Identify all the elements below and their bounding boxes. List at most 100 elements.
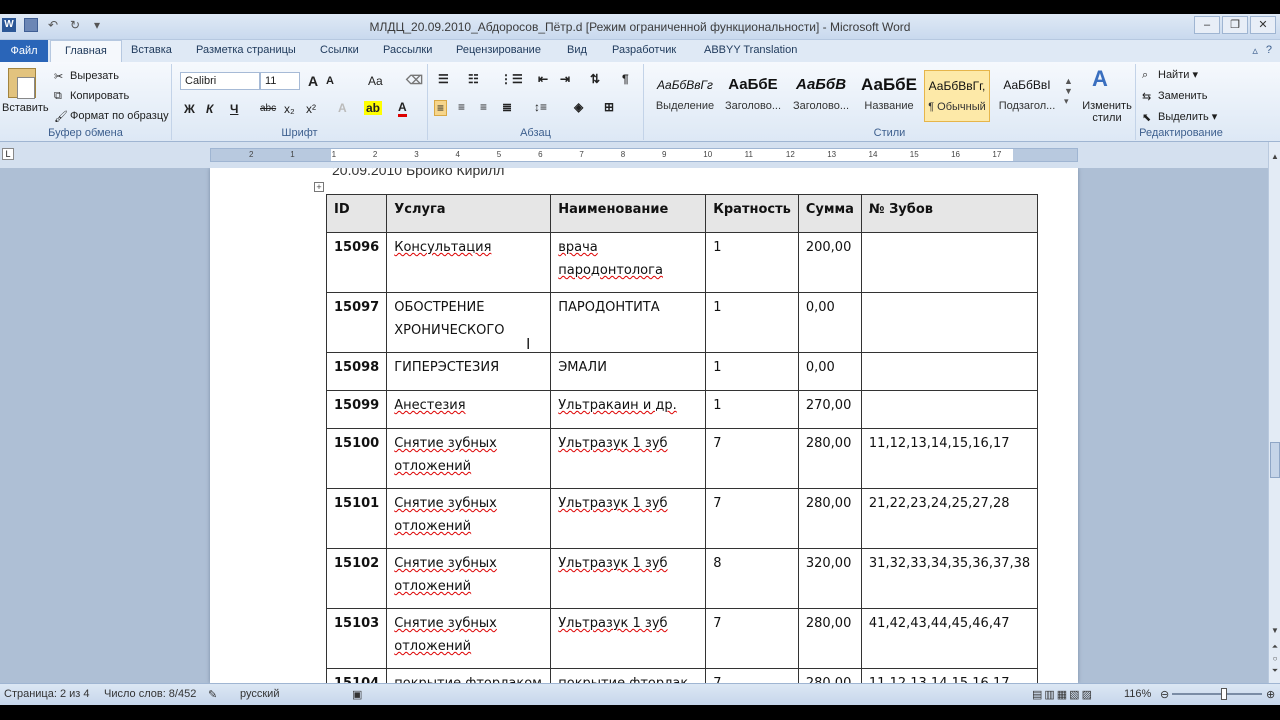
vertical-scrollbar[interactable]: ▲ ▼ ⏶ ○ ⏷ bbox=[1268, 142, 1280, 683]
tab-page-layout[interactable]: Разметка страницы bbox=[196, 44, 296, 56]
tab-abbyy[interactable]: ABBYY Translation bbox=[704, 44, 797, 56]
cell-teeth[interactable]: 31,32,33,34,35,36,37,38 bbox=[860, 548, 1039, 609]
cell-sum[interactable]: 0,00 bbox=[797, 292, 862, 353]
highlight-icon[interactable]: ab bbox=[364, 101, 383, 115]
zoom-out-icon[interactable]: ⊖ bbox=[1160, 688, 1169, 701]
maximize-button[interactable]: ❐ bbox=[1222, 16, 1248, 34]
page-count[interactable]: Страница: 2 из 4 bbox=[4, 688, 90, 700]
col-service[interactable]: Услуга bbox=[386, 194, 552, 233]
justify-icon[interactable]: ≣ bbox=[502, 100, 512, 114]
text-effects-icon[interactable]: A bbox=[338, 101, 347, 115]
styles-more-icon[interactable]: ▲ ▼ ▾ bbox=[1064, 76, 1073, 107]
table-move-handle-icon[interactable]: + bbox=[314, 182, 324, 192]
cell-sum[interactable]: 270,00 bbox=[797, 390, 862, 429]
show-marks-icon[interactable]: ¶ bbox=[622, 72, 629, 86]
shrink-font-button[interactable]: A bbox=[326, 75, 334, 87]
next-page-icon[interactable]: ⏷ bbox=[1270, 666, 1280, 676]
col-multiplicity[interactable]: Кратность bbox=[705, 194, 799, 233]
decrease-indent-icon[interactable]: ⇤ bbox=[538, 72, 548, 86]
cell-service[interactable]: Анестезия bbox=[386, 390, 552, 429]
cell-multiplicity[interactable]: 7 bbox=[705, 608, 799, 669]
cell-teeth[interactable] bbox=[860, 352, 1039, 391]
cell-service[interactable]: Снятие зубных отложений bbox=[386, 548, 552, 609]
cell-sum[interactable]: 320,00 bbox=[797, 548, 862, 609]
horizontal-ruler[interactable]: 2 1 1 2 3 4 5 6 7 8 9 10 11 12 13 14 15 16 17 bbox=[210, 148, 1078, 162]
word-count[interactable]: Число слов: 8/452 bbox=[104, 688, 196, 700]
paste-icon[interactable] bbox=[8, 68, 36, 99]
style-subtitle[interactable]: АаБбВвI Подзагол... bbox=[994, 70, 1060, 122]
cell-teeth[interactable]: 11,12,13,14,15,16,17 bbox=[860, 428, 1039, 489]
cell-multiplicity[interactable]: 8 bbox=[705, 548, 799, 609]
cell-sum[interactable]: 0,00 bbox=[797, 352, 862, 391]
cell-teeth[interactable]: 11,12,13,14,15,16,17 bbox=[860, 668, 1039, 683]
cell-sum[interactable]: 200,00 bbox=[797, 232, 862, 293]
cell-id[interactable]: 15097 bbox=[325, 292, 388, 353]
cell-id[interactable]: 15096 bbox=[325, 232, 388, 293]
services-table[interactable]: ID Услуга Наименование Кратность Сумма №… bbox=[325, 194, 1039, 683]
superscript-button[interactable]: x² bbox=[306, 102, 316, 116]
align-right-icon[interactable]: ≡ bbox=[480, 100, 487, 114]
col-sum[interactable]: Сумма bbox=[797, 194, 862, 233]
close-button[interactable]: ✕ bbox=[1250, 16, 1276, 34]
change-case-button[interactable]: Aa bbox=[368, 74, 383, 88]
cell-service[interactable]: покрытие фторлаком bbox=[386, 668, 552, 683]
font-name-combo[interactable]: Calibri bbox=[180, 72, 260, 90]
zoom-slider[interactable] bbox=[1172, 693, 1262, 695]
tab-view[interactable]: Вид bbox=[567, 44, 587, 56]
cell-id[interactable]: 15102 bbox=[325, 548, 388, 609]
cut-button[interactable]: ✂ Вырезать bbox=[54, 70, 119, 83]
replace-button[interactable]: ⇆ Заменить bbox=[1142, 90, 1207, 103]
cell-id[interactable]: 15104 bbox=[325, 668, 388, 683]
change-styles-button[interactable]: Изменить стили bbox=[1078, 100, 1136, 124]
scroll-up-icon[interactable]: ▲ bbox=[1270, 152, 1280, 162]
col-id[interactable]: ID bbox=[325, 194, 388, 233]
sort-icon[interactable]: ⇅ bbox=[590, 72, 600, 86]
cell-service[interactable]: ГИПЕРЭСТЕЗИЯ bbox=[386, 352, 552, 391]
tab-mailings[interactable]: Рассылки bbox=[383, 44, 432, 56]
cell-teeth[interactable]: 41,42,43,44,45,46,47 bbox=[860, 608, 1039, 669]
cell-service[interactable]: Снятие зубных отложений bbox=[386, 608, 552, 669]
change-styles-icon[interactable]: A bbox=[1092, 66, 1108, 92]
style-normal[interactable]: АаБбВвГг, ¶ Обычный bbox=[924, 70, 990, 122]
align-center-icon[interactable]: ≡ bbox=[458, 100, 465, 114]
cell-name[interactable]: Ультразук 1 зуб bbox=[550, 608, 707, 669]
tab-file[interactable]: Файл bbox=[0, 40, 48, 62]
tab-review[interactable]: Рецензирование bbox=[456, 44, 541, 56]
cell-name[interactable]: Ультразук 1 зуб bbox=[550, 428, 707, 489]
cell-id[interactable]: 15103 bbox=[325, 608, 388, 669]
find-button[interactable]: ⌕ Найти ▾ bbox=[1142, 68, 1198, 81]
shading-icon[interactable]: ◈ bbox=[574, 100, 583, 114]
subscript-button[interactable]: x₂ bbox=[284, 102, 295, 116]
col-name[interactable]: Наименование bbox=[550, 194, 707, 233]
macro-icon[interactable]: ▣ bbox=[352, 688, 362, 701]
tab-insert[interactable]: Вставка bbox=[131, 44, 172, 56]
cell-id[interactable]: 15099 bbox=[325, 390, 388, 429]
cell-teeth[interactable]: 21,22,23,24,25,27,28 bbox=[860, 488, 1039, 549]
cell-name[interactable]: покрытие фторлак. ( bbox=[550, 668, 707, 683]
cell-teeth[interactable] bbox=[860, 390, 1039, 429]
cell-name[interactable]: ЭМАЛИ bbox=[550, 352, 707, 391]
cell-sum[interactable]: 280,00 bbox=[797, 608, 862, 669]
borders-icon[interactable]: ⊞ bbox=[604, 100, 614, 114]
bold-button[interactable]: Ж bbox=[184, 102, 195, 116]
paste-button[interactable]: Вставить bbox=[2, 102, 49, 114]
cell-teeth[interactable] bbox=[860, 232, 1039, 293]
language-indicator[interactable]: русский bbox=[240, 688, 279, 700]
style-heading-2[interactable]: АаБбВ Заголово... bbox=[788, 70, 854, 122]
cell-service[interactable]: Снятие зубных отложений bbox=[386, 428, 552, 489]
multilevel-list-icon[interactable]: ⋮☰ bbox=[500, 72, 523, 86]
scroll-down-icon[interactable]: ▼ bbox=[1270, 626, 1280, 636]
style-heading-1[interactable]: АаБбЕ Заголово... bbox=[720, 70, 786, 122]
cell-sum[interactable]: 280,00 bbox=[797, 668, 862, 683]
spellcheck-icon[interactable]: ✎ bbox=[208, 688, 217, 701]
cell-sum[interactable]: 280,00 bbox=[797, 428, 862, 489]
cell-name[interactable]: Ультракаин и др. bbox=[550, 390, 707, 429]
tab-references[interactable]: Ссылки bbox=[320, 44, 359, 56]
cell-multiplicity[interactable]: 1 bbox=[705, 390, 799, 429]
cell-multiplicity[interactable]: 1 bbox=[705, 352, 799, 391]
cell-id[interactable]: 15101 bbox=[325, 488, 388, 549]
copy-button[interactable]: ⧉ Копировать bbox=[54, 90, 129, 102]
cell-multiplicity[interactable]: 7 bbox=[705, 428, 799, 489]
cell-multiplicity[interactable]: 1 bbox=[705, 232, 799, 293]
style-emphasis[interactable]: АаБбВвГг Выделение bbox=[652, 70, 718, 122]
